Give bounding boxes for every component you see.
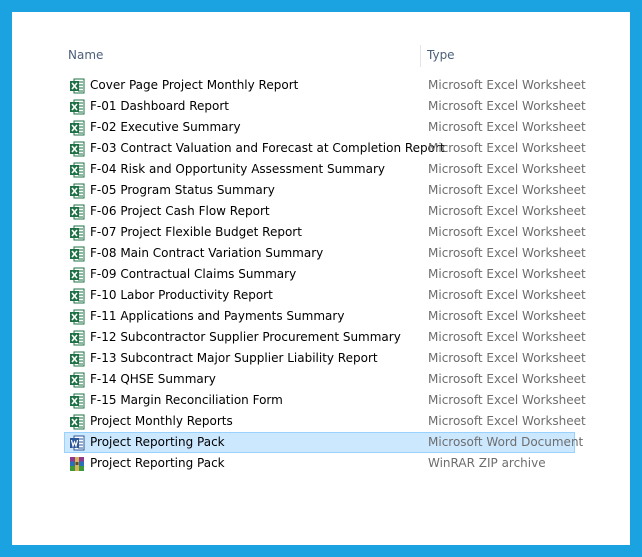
excel-icon <box>69 225 85 241</box>
excel-icon <box>69 351 85 367</box>
excel-icon <box>69 267 85 283</box>
file-name: F-05 Program Status Summary <box>90 183 275 197</box>
file-row[interactable]: F-15 Margin Reconciliation Form Microsoft… <box>64 390 586 411</box>
column-header-type[interactable]: Type <box>427 48 455 62</box>
file-type: WinRAR ZIP archive <box>428 456 546 470</box>
file-type: Microsoft Excel Worksheet <box>428 141 586 155</box>
file-name: Cover Page Project Monthly Report <box>90 78 299 92</box>
file-type: Microsoft Excel Worksheet <box>428 183 586 197</box>
excel-icon <box>69 78 85 94</box>
file-name: F-15 Margin Reconciliation Form <box>90 393 283 407</box>
column-separator[interactable] <box>420 45 421 67</box>
excel-icon <box>69 141 85 157</box>
winrar-icon <box>69 456 85 472</box>
column-header-name[interactable]: Name <box>68 48 103 62</box>
file-type: Microsoft Excel Worksheet <box>428 393 586 407</box>
file-name: F-14 QHSE Summary <box>90 372 216 386</box>
excel-icon <box>69 99 85 115</box>
file-name: F-08 Main Contract Variation Summary <box>90 246 324 260</box>
file-name: F-13 Subcontract Major Supplier Liabilit… <box>90 351 378 365</box>
file-type: Microsoft Excel Worksheet <box>428 414 586 428</box>
file-type: Microsoft Excel Worksheet <box>428 204 586 218</box>
file-row[interactable]: Project Reporting Pack Microsoft Word Doc… <box>64 432 583 453</box>
file-type: Microsoft Excel Worksheet <box>428 267 586 281</box>
file-name: F-09 Contractual Claims Summary <box>90 267 297 281</box>
file-row[interactable]: F-04 Risk and Opportunity Assessment Sum… <box>64 159 586 180</box>
excel-icon <box>69 162 85 178</box>
file-name: F-03 Contract Valuation and Forecast at … <box>90 141 445 155</box>
file-row[interactable]: F-07 Project Flexible Budget Report Micro… <box>64 222 586 243</box>
file-name: F-12 Subcontractor Supplier Procurement … <box>90 330 401 344</box>
file-type: Microsoft Excel Worksheet <box>428 288 586 302</box>
file-type: Microsoft Excel Worksheet <box>428 330 586 344</box>
file-name: Project Monthly Reports <box>90 414 233 428</box>
file-name: Project Reporting Pack <box>90 435 225 449</box>
file-type: Microsoft Word Document <box>428 435 584 449</box>
excel-icon <box>69 246 85 262</box>
file-row[interactable]: F-08 Main Contract Variation Summary Micr… <box>64 243 586 264</box>
file-row[interactable]: F-02 Executive Summary Microsoft Excel Wo… <box>64 117 586 138</box>
file-row[interactable]: F-13 Subcontract Major Supplier Liabilit… <box>64 348 586 369</box>
file-name: F-06 Project Cash Flow Report <box>90 204 270 218</box>
file-row[interactable]: F-01 Dashboard Report Microsoft Excel Wor… <box>64 96 586 117</box>
file-type: Microsoft Excel Worksheet <box>428 309 586 323</box>
file-row[interactable]: Project Monthly Reports Microsoft Excel W… <box>64 411 586 432</box>
file-explorer: Name Type Cover Page Project Monthly Rep… <box>12 12 630 545</box>
file-name: F-02 Executive Summary <box>90 120 241 134</box>
file-type: Microsoft Excel Worksheet <box>428 351 586 365</box>
excel-icon <box>69 414 85 430</box>
file-row[interactable]: F-03 Contract Valuation and Forecast at … <box>64 138 586 159</box>
file-name: F-01 Dashboard Report <box>90 99 230 113</box>
file-name: F-11 Applications and Payments Summary <box>90 309 345 323</box>
file-type: Microsoft Excel Worksheet <box>428 120 586 134</box>
excel-icon <box>69 204 85 220</box>
excel-icon <box>69 330 85 346</box>
file-name: Project Reporting Pack <box>90 456 225 470</box>
file-type: Microsoft Excel Worksheet <box>428 246 586 260</box>
file-row[interactable]: Cover Page Project Monthly Report Microso… <box>64 75 586 96</box>
file-row[interactable]: Project Reporting Pack WinRAR ZIP archive <box>64 453 575 474</box>
excel-icon <box>69 288 85 304</box>
excel-icon <box>69 372 85 388</box>
file-type: Microsoft Excel Worksheet <box>428 225 586 239</box>
file-row[interactable]: F-12 Subcontractor Supplier Procurement … <box>64 327 586 348</box>
file-type: Microsoft Excel Worksheet <box>428 78 586 92</box>
file-row[interactable]: F-09 Contractual Claims Summary Microsoft… <box>64 264 586 285</box>
file-row[interactable]: F-05 Program Status Summary Microsoft Exc… <box>64 180 586 201</box>
file-list: Cover Page Project Monthly Report Microso… <box>64 75 586 474</box>
excel-icon <box>69 183 85 199</box>
file-type: Microsoft Excel Worksheet <box>428 99 586 113</box>
file-row[interactable]: F-11 Applications and Payments Summary Mi… <box>64 306 586 327</box>
file-name: F-07 Project Flexible Budget Report <box>90 225 302 239</box>
excel-icon <box>69 393 85 409</box>
file-name: F-10 Labor Productivity Report <box>90 288 273 302</box>
file-row[interactable]: F-14 QHSE Summary Microsoft Excel Workshe… <box>64 369 586 390</box>
file-name: F-04 Risk and Opportunity Assessment Sum… <box>90 162 386 176</box>
excel-icon <box>69 120 85 136</box>
excel-icon <box>69 309 85 325</box>
column-header: Name Type <box>12 12 630 72</box>
word-icon <box>69 435 85 451</box>
file-type: Microsoft Excel Worksheet <box>428 162 586 176</box>
file-row[interactable]: F-10 Labor Productivity Report Microsoft … <box>64 285 586 306</box>
file-type: Microsoft Excel Worksheet <box>428 372 586 386</box>
file-row[interactable]: F-06 Project Cash Flow Report Microsoft E… <box>64 201 586 222</box>
